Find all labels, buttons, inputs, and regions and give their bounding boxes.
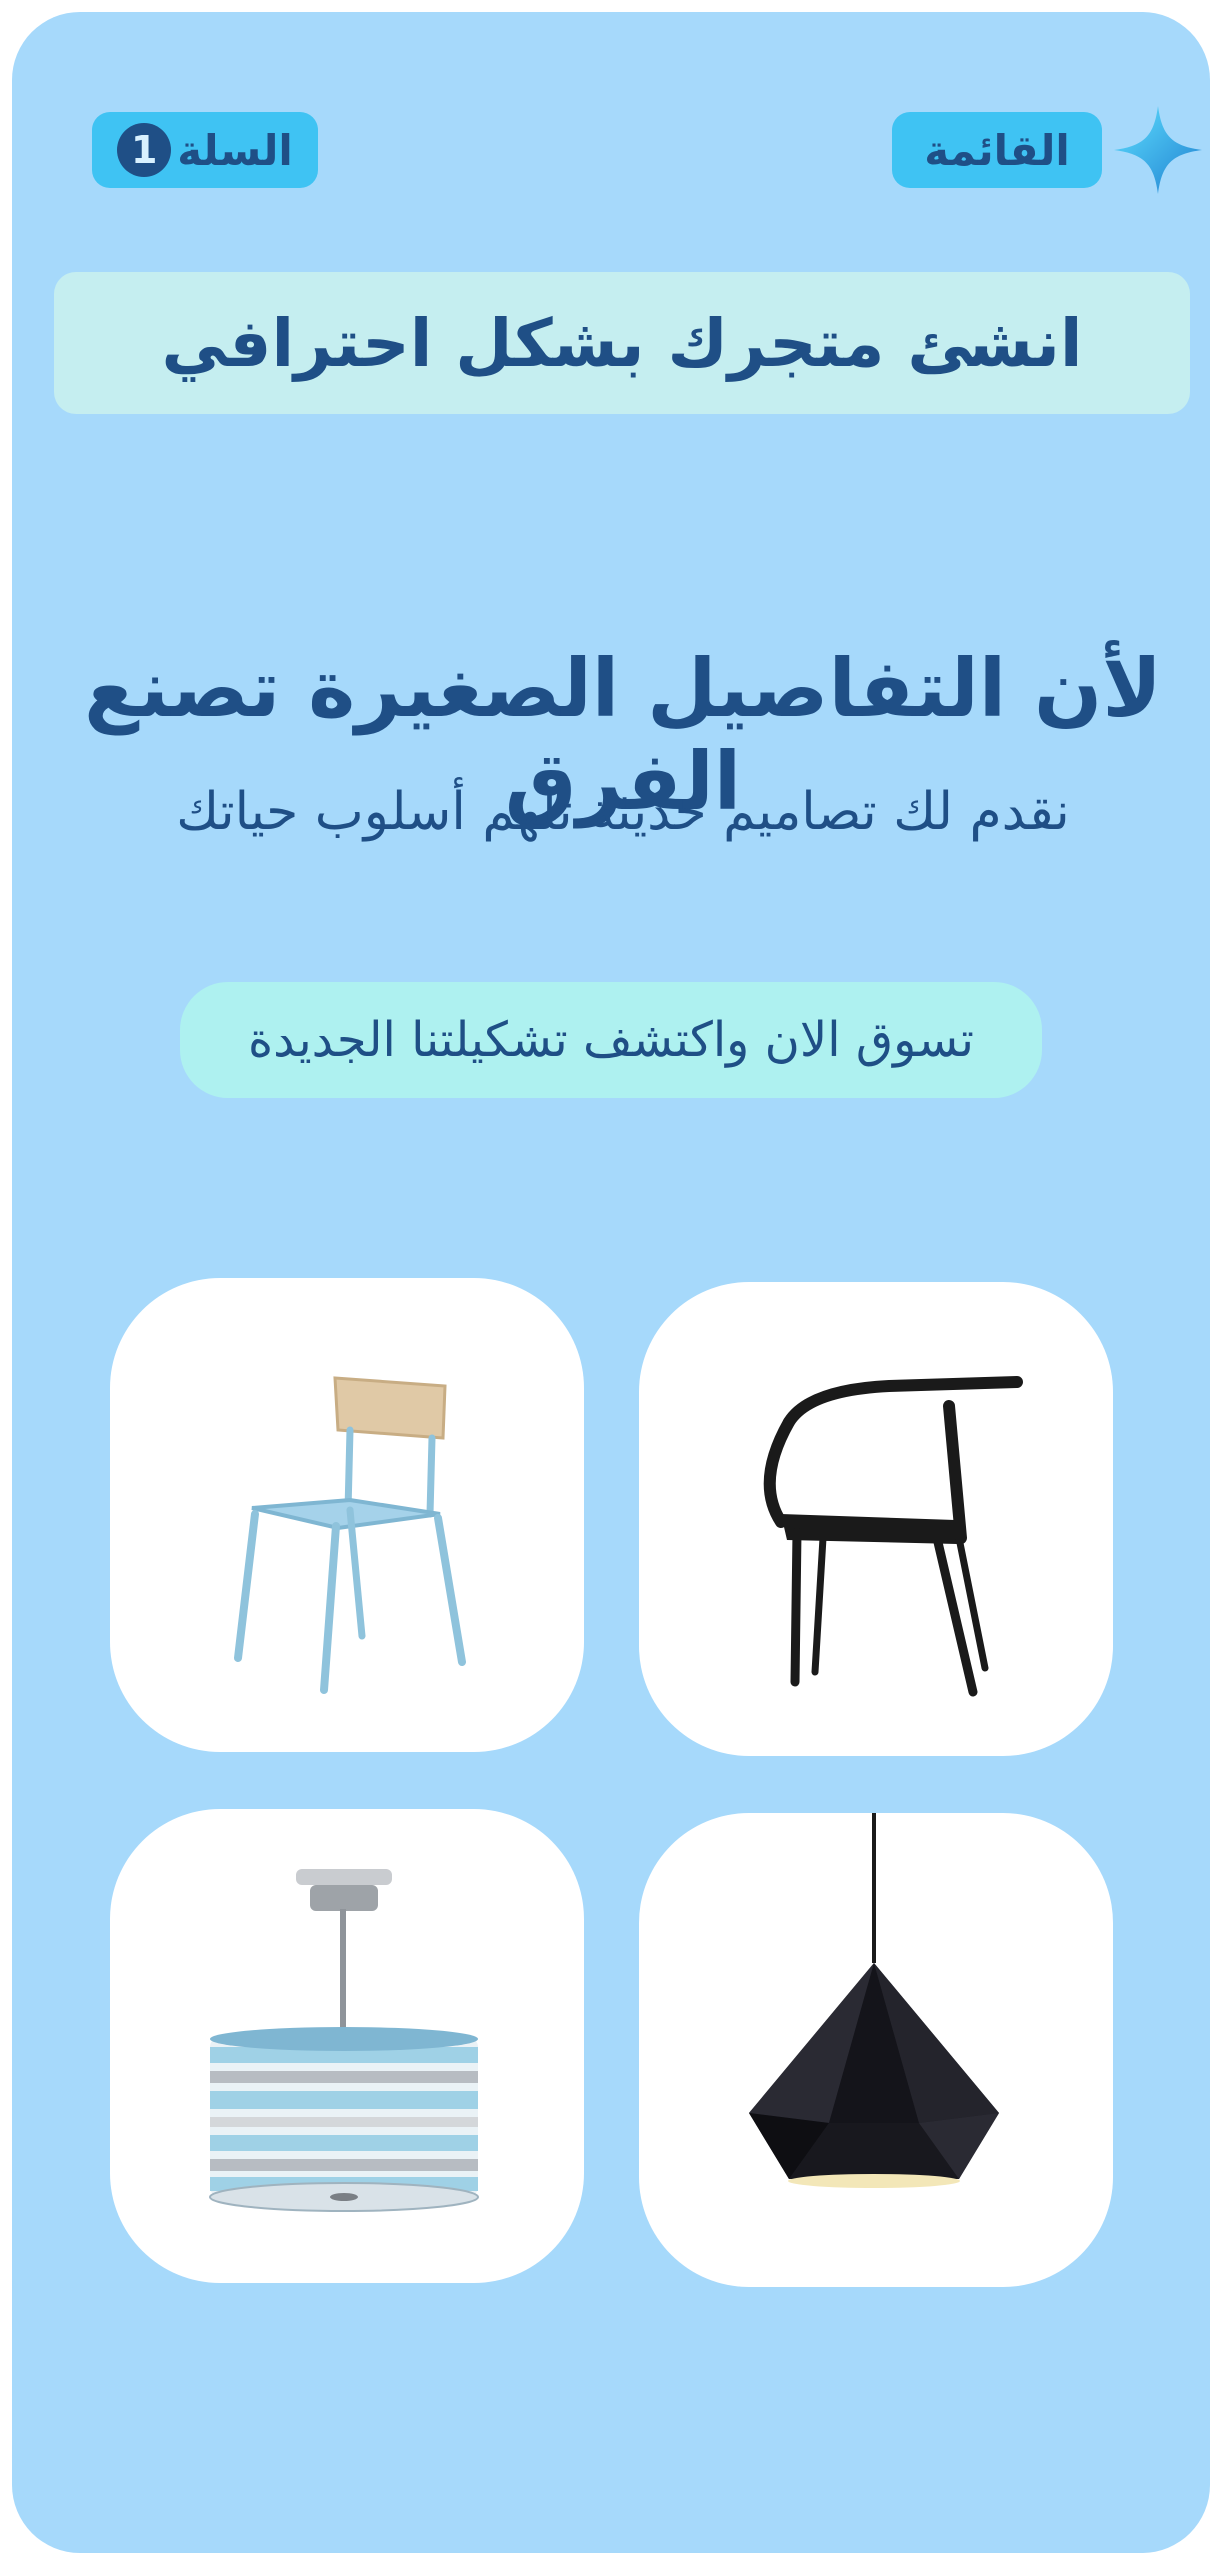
light-blue-chair-icon xyxy=(234,1376,466,1694)
black-armchair-icon xyxy=(763,1376,1023,1697)
product-card-black-armchair[interactable] xyxy=(639,1282,1113,1756)
sparkle-star-icon[interactable] xyxy=(1110,102,1206,198)
app-screen: القائمة السلة 1 انشئ متجرك بشكل احترافي … xyxy=(12,12,1210,2553)
promo-banner: انشئ متجرك بشكل احترافي xyxy=(54,272,1190,414)
menu-button[interactable]: القائمة xyxy=(892,112,1102,188)
product-card-drum-lamp[interactable] xyxy=(110,1809,584,2283)
product-card-geometric-lamp[interactable] xyxy=(639,1813,1113,2287)
black-geometric-pendant-lamp-icon xyxy=(749,1813,999,2188)
cart-label: السلة xyxy=(177,125,293,175)
cart-button[interactable]: السلة 1 xyxy=(92,112,318,188)
cart-count-badge: 1 xyxy=(117,123,172,177)
shop-now-button[interactable]: تسوق الان واكتشف تشكيلتنا الجديدة xyxy=(180,982,1042,1098)
striped-drum-pendant-lamp-icon xyxy=(209,1869,479,2212)
menu-label: القائمة xyxy=(924,125,1070,175)
product-card-blue-chair[interactable] xyxy=(110,1278,584,1752)
banner-text: انشئ متجرك بشكل احترافي xyxy=(161,304,1083,382)
shop-now-label: تسوق الان واكتشف تشكيلتنا الجديدة xyxy=(247,1012,975,1068)
hero-subtitle: نقدم لك تصاميم حديثة تلهم أسلوب حياتك xyxy=(176,782,1070,842)
